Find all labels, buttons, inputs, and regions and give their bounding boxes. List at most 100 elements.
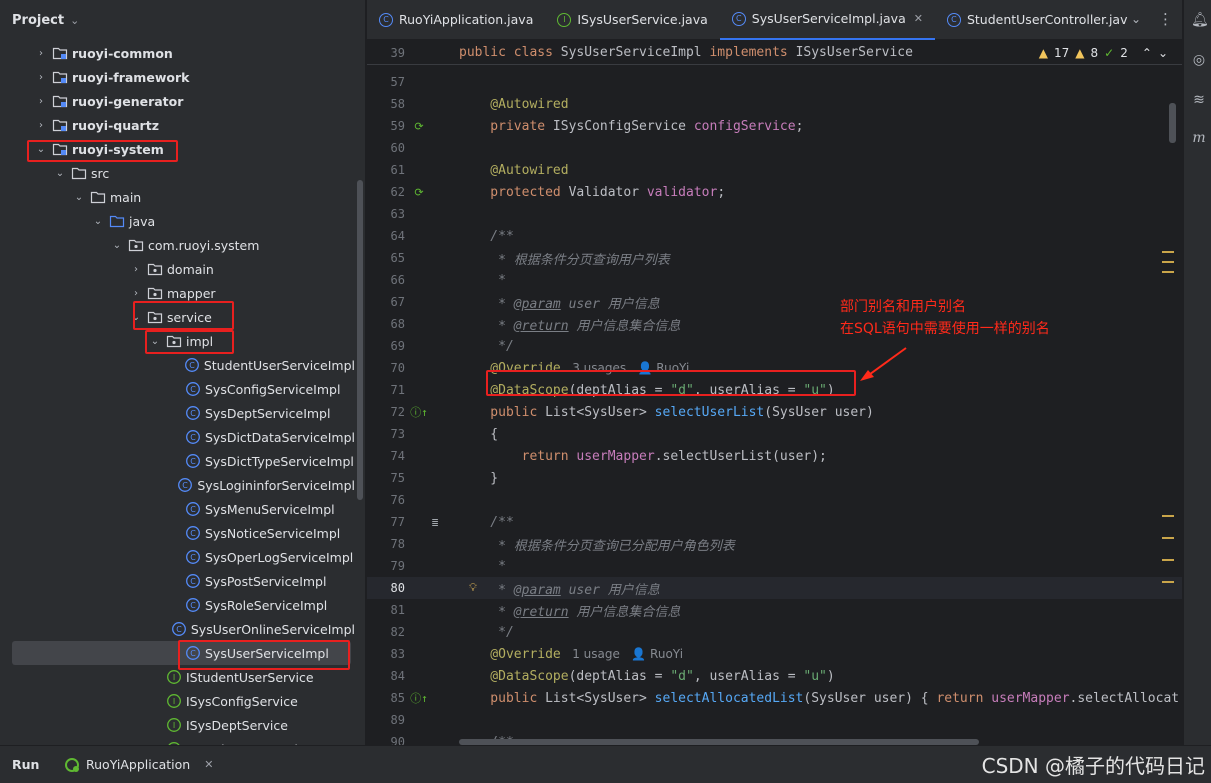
chevron-down-icon[interactable]: ⌄ [34, 144, 48, 155]
code-line[interactable]: 82 */ [367, 621, 1182, 643]
chevron-down-icon[interactable]: ⌄ [129, 312, 143, 323]
inspection-widget[interactable]: ▲ 17 ▲ 8 ✓ 2 ⌃ ⌄ [1039, 46, 1168, 60]
tree-item[interactable]: I IStudentUserService [0, 665, 355, 689]
tree-item[interactable]: C SysDictDataServiceImpl [0, 425, 355, 449]
highlight-marker[interactable] [1162, 515, 1174, 517]
bean-icon[interactable]: ⟳ [409, 186, 429, 199]
tree-item[interactable]: ⌄ service [0, 305, 355, 329]
maven-icon[interactable]: m [1191, 130, 1207, 146]
code-line[interactable]: 89 [367, 709, 1182, 731]
tree-item[interactable]: › ruoyi-framework [0, 65, 355, 89]
tabs-dropdown-icon[interactable]: ⌄ [1131, 12, 1141, 26]
code-line[interactable]: 67 * @param user 用户信息 [367, 291, 1182, 313]
tree-scrollbar[interactable] [357, 180, 363, 500]
tree-item[interactable]: › mapper [0, 281, 355, 305]
editor-tab[interactable]: I ISysUserService.java [545, 0, 719, 40]
tree-item[interactable]: IISysDictDataService [0, 737, 355, 745]
highlight-marker[interactable] [1162, 251, 1174, 253]
tree-item[interactable]: C SysOperLogServiceImpl [0, 545, 355, 569]
tree-item[interactable]: ⌄ com.ruoyi.system [0, 233, 355, 257]
code-line[interactable]: 68 * @return 用户信息集合信息 [367, 313, 1182, 335]
tree-item[interactable]: ⌄ java [0, 209, 355, 233]
code-line[interactable]: 61 @Autowired [367, 159, 1182, 181]
code-line[interactable]: 60 [367, 137, 1182, 159]
code-line[interactable]: 65 * 根据条件分页查询用户列表 [367, 247, 1182, 269]
code-line[interactable]: 77 ≣ /** [367, 511, 1182, 533]
editor-tab[interactable]: C RuoYiApplication.java [367, 0, 545, 40]
code-line[interactable]: 72 ⓘ↑ public List<SysUser> selectUserList… [367, 401, 1182, 423]
code-line[interactable]: 83 @Override 1 usage 👤 RuoYi [367, 643, 1182, 665]
chevron-right-icon[interactable]: › [129, 264, 143, 275]
chevron-right-icon[interactable]: › [34, 96, 48, 107]
tree-item[interactable]: C SysDictTypeServiceImpl [0, 449, 355, 473]
project-header[interactable]: Project ⌄ [0, 0, 365, 40]
tree-item[interactable]: ⌄ src [0, 161, 355, 185]
ai-assistant-icon[interactable]: ◎ [1191, 52, 1207, 68]
highlight-marker[interactable] [1162, 559, 1174, 561]
code-line[interactable]: 63 [367, 203, 1182, 225]
tree-item[interactable]: I ISysDeptService [0, 713, 355, 737]
code-line[interactable]: 78 * 根据条件分页查询已分配用户角色列表 [367, 533, 1182, 555]
tree-item[interactable]: C StudentUserServiceImpl [0, 353, 355, 377]
chevron-down-icon[interactable]: ⌄ [110, 240, 124, 251]
highlight-marker[interactable] [1162, 261, 1174, 263]
tree-item[interactable]: › ruoyi-common [0, 41, 355, 65]
notifications-icon[interactable]: 🔔︎ [1191, 12, 1209, 28]
chevron-right-icon[interactable]: › [34, 48, 48, 59]
chevron-down-icon[interactable]: ⌄ [91, 216, 105, 227]
tree-item[interactable]: ⌄ impl [0, 329, 355, 353]
tree-item[interactable]: C SysMenuServiceImpl [0, 497, 355, 521]
code-line[interactable]: 59 ⟳ private ISysConfigService configServ… [367, 115, 1182, 137]
code-line[interactable]: 64 /** [367, 225, 1182, 247]
tree-item[interactable]: C SysNoticeServiceImpl [0, 521, 355, 545]
implements-icon[interactable]: ⓘ↑ [409, 404, 429, 420]
editor-scrollbar[interactable] [1169, 103, 1176, 143]
chevron-right-icon[interactable]: › [129, 288, 143, 299]
more-options-icon[interactable]: ⋮ [1158, 10, 1173, 28]
close-icon[interactable]: ✕ [914, 12, 923, 25]
editor-tab[interactable]: C SysUserServiceImpl.java ✕ [719, 0, 935, 40]
chevron-up-icon[interactable]: ⌃ [1142, 46, 1152, 60]
code-line[interactable]: 85 ⓘ↑ public List<SysUser> selectAllocate… [367, 687, 1182, 709]
tree-item[interactable]: C SysRoleServiceImpl [0, 593, 355, 617]
highlight-marker[interactable] [1162, 581, 1174, 583]
code-line[interactable]: 62 ⟳ protected Validator validator; [367, 181, 1182, 203]
tree-item[interactable]: › ruoyi-quartz [0, 113, 355, 137]
run-label[interactable]: Run [0, 757, 64, 772]
tree-item[interactable]: I ISysConfigService [0, 689, 355, 713]
close-icon[interactable]: ✕ [204, 758, 213, 771]
tree-item[interactable]: C SysUserServiceImpl [12, 641, 351, 665]
chevron-down-icon[interactable]: ⌄ [53, 168, 67, 179]
tree-item[interactable]: C SysLogininforServiceImpl [0, 473, 355, 497]
tree-item[interactable]: C SysPostServiceImpl [0, 569, 355, 593]
code-line[interactable]: 73 { [367, 423, 1182, 445]
tree-item[interactable]: ⌄ main [0, 185, 355, 209]
bean-icon[interactable]: ⟳ [409, 120, 429, 133]
chevron-down-icon[interactable]: ⌄ [70, 14, 79, 27]
code-line[interactable]: 58 @Autowired [367, 93, 1182, 115]
doc-icon[interactable]: ≣ [425, 516, 445, 529]
code-line[interactable]: 76 [367, 489, 1182, 511]
tree-item[interactable]: C SysDeptServiceImpl [0, 401, 355, 425]
tree-item[interactable]: C SysConfigServiceImpl [0, 377, 355, 401]
implements-icon[interactable]: ⓘ↑ [409, 690, 429, 706]
code-line[interactable]: 79 * [367, 555, 1182, 577]
code-line[interactable]: 71 @DataScope(deptAlias = "d", userAlias… [367, 379, 1182, 401]
editor-tab[interactable]: C StudentUserController.jav [935, 0, 1140, 40]
code-line[interactable]: 66 * [367, 269, 1182, 291]
run-config-tab[interactable]: RuoYiApplication ✕ [64, 757, 213, 773]
tree-item[interactable]: › domain [0, 257, 355, 281]
chevron-right-icon[interactable]: › [34, 120, 48, 131]
chevron-down-icon[interactable]: ⌄ [1158, 46, 1168, 60]
tree-item[interactable]: ⌄ ruoyi-system [0, 137, 355, 161]
database-icon[interactable]: ≋ [1191, 92, 1207, 108]
code-line[interactable]: 70 @Override 3 usages 👤 RuoYi [367, 357, 1182, 379]
code-editor[interactable]: 39 public class SysUserServiceImpl imple… [367, 41, 1182, 745]
code-line[interactable]: 80 💡︎ * @param user 用户信息 [367, 577, 1182, 599]
tree-item[interactable]: › ruoyi-generator [0, 89, 355, 113]
code-line[interactable]: 84 @DataScope(deptAlias = "d", userAlias… [367, 665, 1182, 687]
code-line[interactable]: 81 * @return 用户信息集合信息 [367, 599, 1182, 621]
chevron-down-icon[interactable]: ⌄ [72, 192, 86, 203]
code-line[interactable]: 69 */ [367, 335, 1182, 357]
code-line[interactable]: 57 [367, 71, 1182, 93]
